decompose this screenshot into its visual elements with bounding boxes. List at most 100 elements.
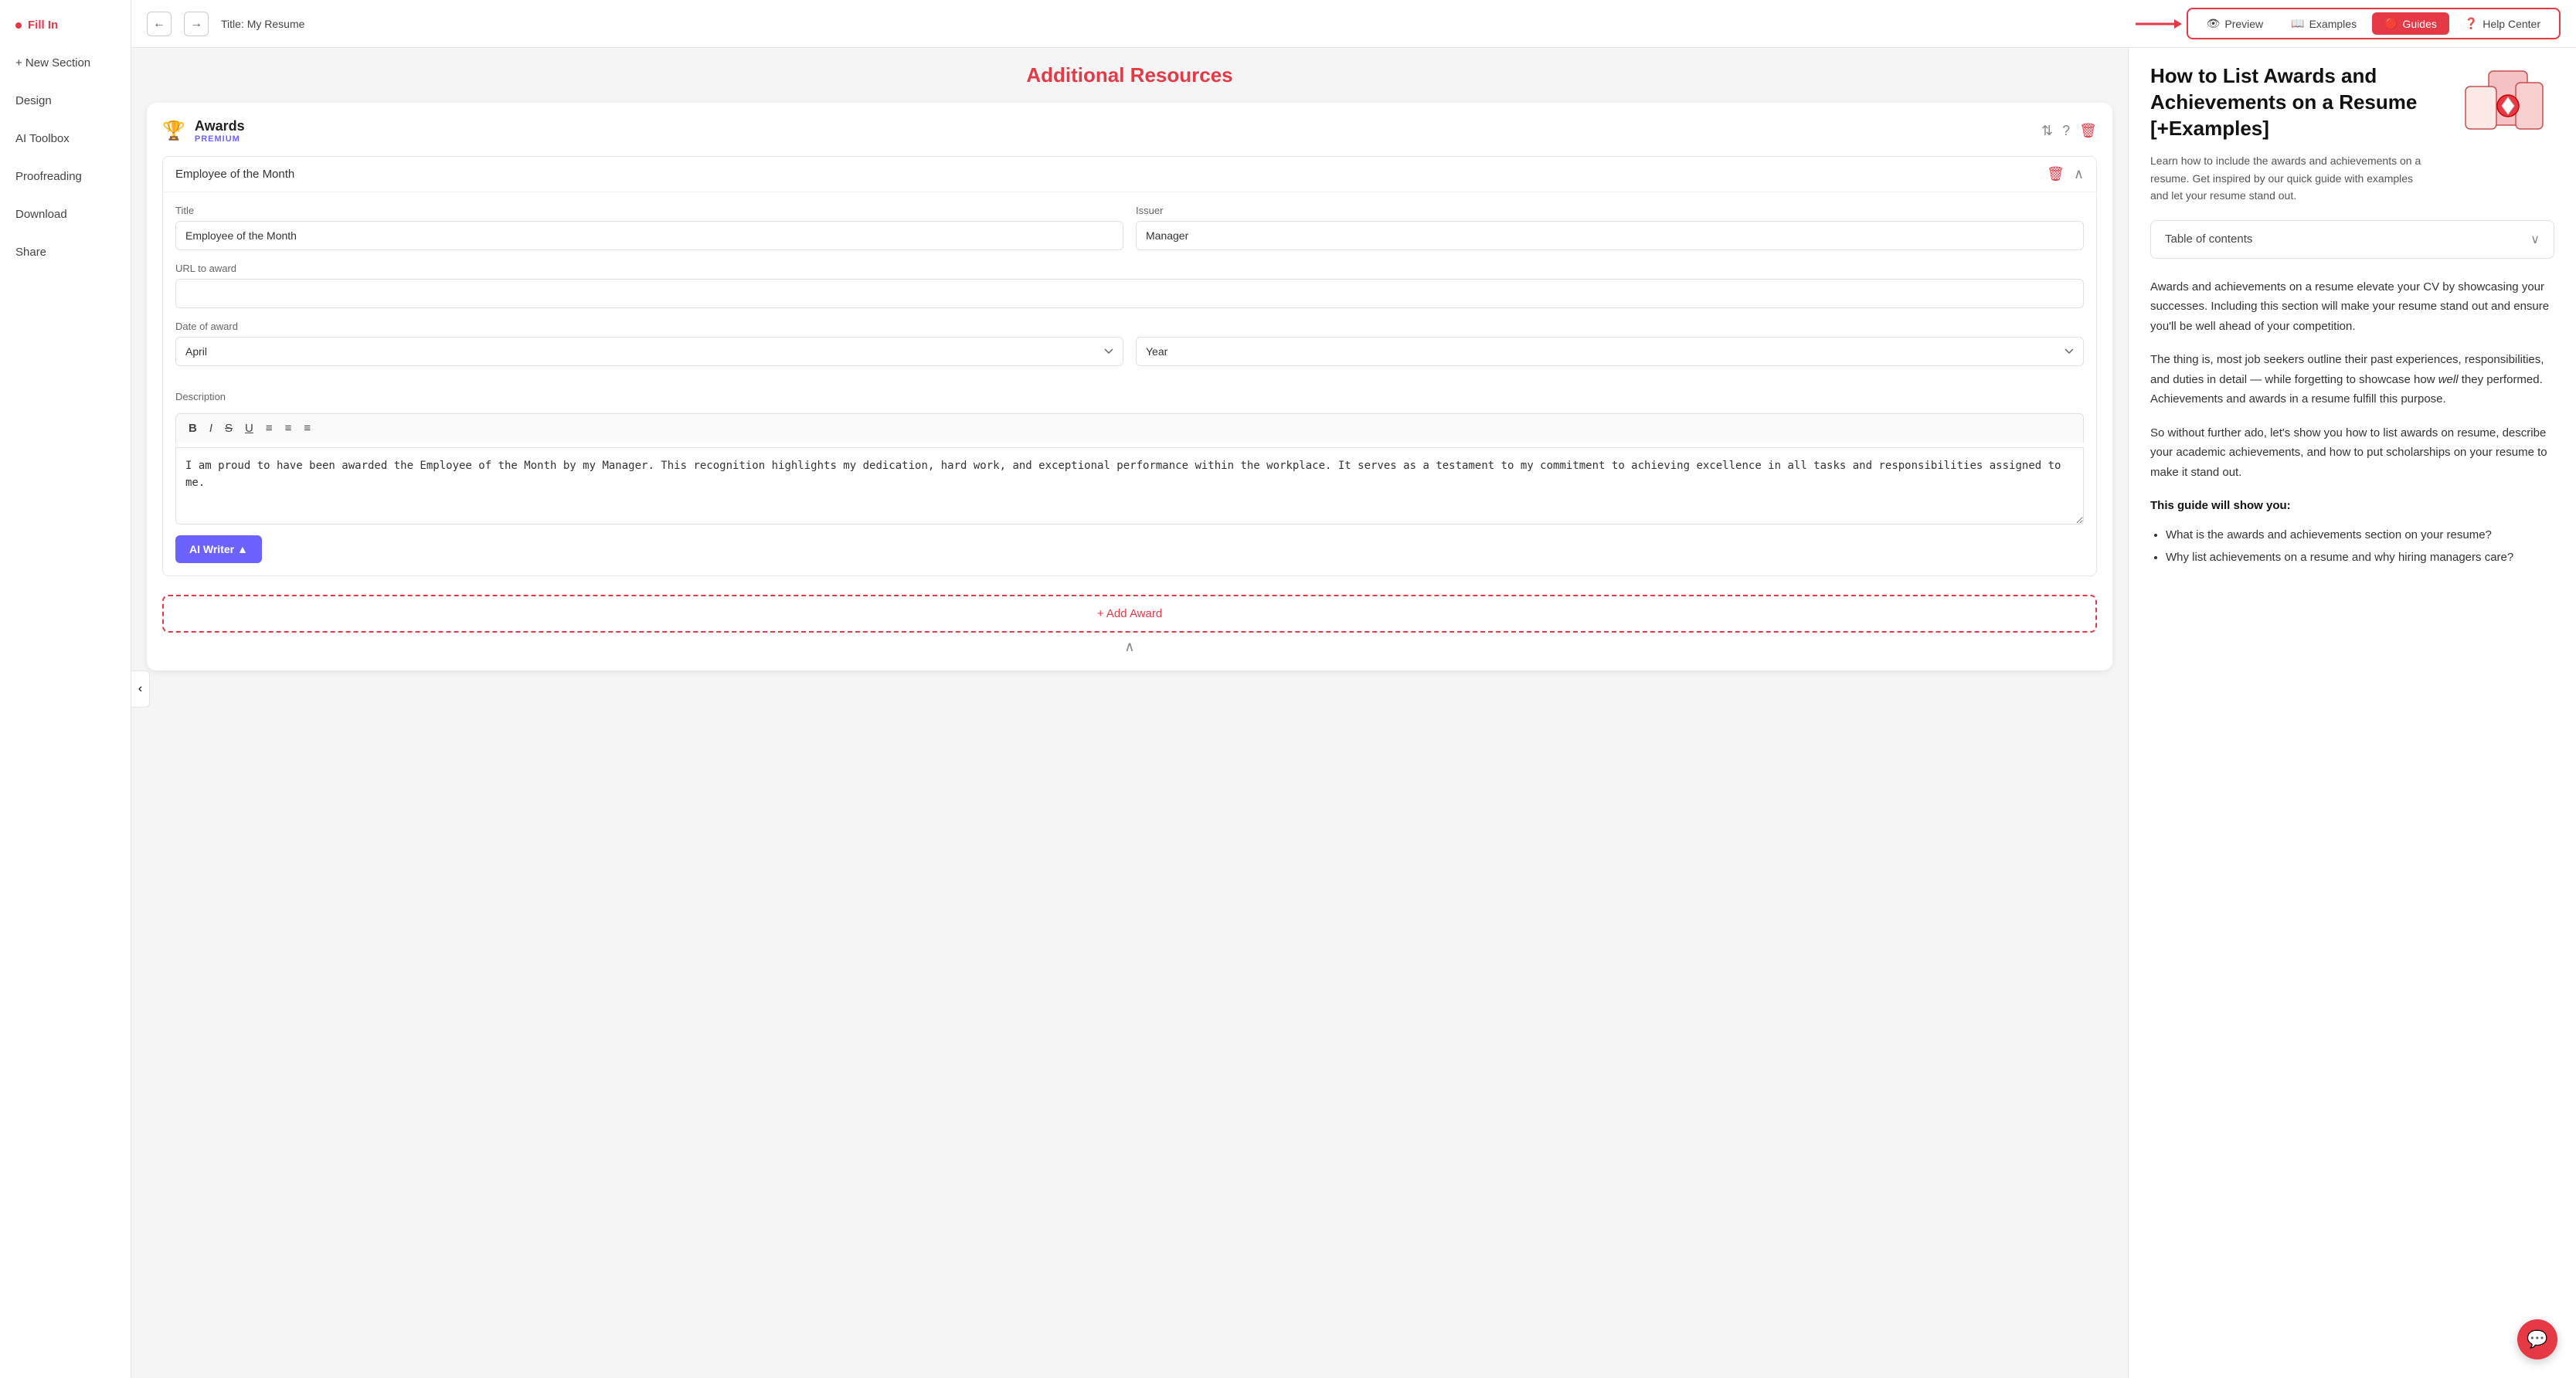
preview-icon: 👁: [2207, 17, 2221, 30]
premium-badge: PREMIUM: [195, 134, 2032, 144]
awards-card: 🏆 Awards PREMIUM ⇅ ? 🗑 Employee of the M…: [147, 103, 2112, 670]
list-item-1: What is the awards and achievements sect…: [2166, 525, 2554, 545]
add-award-button[interactable]: + Add Award: [162, 595, 2097, 633]
text-toolbar: B I S U ≡ ≡ ≡: [175, 413, 2084, 443]
trophy-icon: 🏆: [162, 120, 185, 142]
chevron-left-icon: ‹: [138, 682, 142, 696]
sidebar-item-share[interactable]: Share: [0, 233, 131, 271]
article-top: How to List Awards and Achievements on a…: [2150, 63, 2554, 205]
sidebar-item-download[interactable]: Download: [0, 195, 131, 233]
tab-guides[interactable]: 🔴 Guides: [2372, 12, 2449, 35]
collapse-row: ∧: [162, 633, 2097, 655]
article-panel: How to List Awards and Achievements on a…: [2128, 48, 2576, 1378]
italic-button[interactable]: I: [206, 420, 216, 436]
align-center-button[interactable]: ≡: [282, 420, 295, 436]
bold-button[interactable]: B: [185, 420, 200, 436]
sidebar-toggle-button[interactable]: ‹: [131, 670, 150, 708]
tab-help-center[interactable]: ❓ Help Center: [2452, 12, 2553, 35]
title-group: Title: [175, 205, 1123, 250]
sidebar-item-ai-toolbox[interactable]: AI Toolbox: [0, 120, 131, 158]
align-left-button[interactable]: ≡: [263, 420, 276, 436]
title-input[interactable]: [175, 221, 1123, 250]
card-header: 🏆 Awards PREMIUM ⇅ ? 🗑: [162, 118, 2097, 144]
ai-writer-label: AI Writer ▲: [189, 543, 248, 555]
article-illustration: [2446, 63, 2554, 205]
description-group: Description B I S U ≡ ≡ ≡ I am proud to …: [175, 391, 2084, 524]
delete-award-button[interactable]: 🗑: [2047, 166, 2065, 182]
article-body: Awards and achievements on a resume elev…: [2150, 277, 2554, 568]
sidebar-label-fill-in: Fill In: [28, 19, 58, 32]
sidebar-label-share: Share: [15, 246, 46, 259]
help-card-button[interactable]: ?: [2062, 123, 2070, 139]
sidebar-item-fill-in[interactable]: Fill In: [0, 6, 131, 44]
tab-examples[interactable]: 📖 Examples: [2279, 12, 2369, 35]
preview-label: Preview: [2224, 18, 2263, 30]
toc-chevron-icon: ∨: [2530, 232, 2540, 247]
award-entry-actions: 🗑 ∧: [2047, 166, 2084, 182]
back-button[interactable]: ←: [147, 12, 172, 36]
form-panel: Additional Resources 🏆 Awards PREMIUM ⇅ …: [131, 48, 2128, 1378]
examples-icon: 📖: [2291, 17, 2304, 30]
sidebar-label-download: Download: [15, 208, 67, 221]
guide-list: What is the awards and achievements sect…: [2150, 525, 2554, 568]
card-title-group: Awards PREMIUM: [195, 118, 2032, 144]
help-icon: ❓: [2465, 17, 2478, 30]
examples-label: Examples: [2309, 18, 2357, 30]
url-group: URL to award: [175, 263, 2084, 308]
description-label: Description: [175, 391, 2084, 402]
header: ← → Title: My Resume 👁 Preview 📖 Example…: [131, 0, 2576, 48]
sidebar-label-proofreading: Proofreading: [15, 170, 82, 183]
article-para-3: So without further ado, let's show you h…: [2150, 423, 2554, 483]
strikethrough-button[interactable]: S: [222, 420, 236, 436]
date-label: Date of award: [175, 321, 2084, 332]
toc-label: Table of contents: [2165, 232, 2252, 246]
sidebar-item-new-section[interactable]: + New Section: [0, 44, 131, 82]
date-group: Date of award January February March Apr…: [175, 321, 2084, 378]
sidebar-item-design[interactable]: Design: [0, 82, 131, 120]
chat-button[interactable]: 💬: [2517, 1319, 2557, 1359]
guides-icon: 🔴: [2384, 17, 2398, 30]
list-item-2: Why list achievements on a resume and wh…: [2166, 548, 2554, 568]
article-text-block: How to List Awards and Achievements on a…: [2150, 63, 2428, 205]
forward-button[interactable]: →: [184, 12, 209, 36]
description-textarea[interactable]: I am proud to have been awarded the Empl…: [175, 447, 2084, 524]
article-heading: How to List Awards and Achievements on a…: [2150, 63, 2428, 141]
issuer-input[interactable]: [1136, 221, 2084, 250]
award-entry-body: Title Issuer URL to award: [163, 192, 2096, 575]
delete-card-button[interactable]: 🗑: [2079, 123, 2097, 139]
year-select[interactable]: Year 2024 2023 2022 2021 2020: [1136, 337, 2084, 366]
url-label: URL to award: [175, 263, 2084, 274]
align-right-button[interactable]: ≡: [301, 420, 314, 436]
back-icon: ←: [153, 17, 165, 31]
content-area: Additional Resources 🏆 Awards PREMIUM ⇅ …: [131, 48, 2576, 1378]
underline-button[interactable]: U: [242, 420, 257, 436]
tab-preview[interactable]: 👁 Preview: [2194, 12, 2276, 35]
ai-writer-button[interactable]: AI Writer ▲: [175, 535, 262, 563]
collapse-card-button[interactable]: ∧: [1124, 639, 1134, 655]
issuer-label: Issuer: [1136, 205, 2084, 216]
collapse-award-button[interactable]: ∧: [2074, 166, 2084, 182]
article-para-2: The thing is, most job seekers outline t…: [2150, 350, 2554, 409]
additional-resources-title: Additional Resources: [147, 63, 2112, 87]
sidebar: Fill In + New Section Design AI Toolbox …: [0, 0, 131, 1378]
main-area: ← → Title: My Resume 👁 Preview 📖 Example…: [131, 0, 2576, 1378]
sidebar-label-design: Design: [15, 94, 52, 107]
toc-box[interactable]: Table of contents ∨: [2150, 220, 2554, 259]
month-select[interactable]: January February March April May June Ju…: [175, 337, 1123, 366]
award-entry-title: Employee of the Month: [175, 168, 294, 181]
active-dot: [15, 22, 22, 29]
sidebar-item-proofreading[interactable]: Proofreading: [0, 158, 131, 195]
award-entry: Employee of the Month 🗑 ∧ Title: [162, 156, 2097, 576]
date-selects: January February March April May June Ju…: [175, 337, 2084, 366]
sort-button[interactable]: ⇅: [2041, 123, 2053, 139]
top-nav: 👁 Preview 📖 Examples 🔴 Guides ❓ Help Cen…: [2187, 8, 2561, 39]
forward-icon: →: [190, 17, 202, 31]
sidebar-label-new-section: + New Section: [15, 56, 90, 70]
guide-label: This guide will show you:: [2150, 496, 2554, 516]
arrow-indicator: [2136, 16, 2182, 32]
guides-label: Guides: [2403, 18, 2437, 30]
card-title: Awards: [195, 118, 2032, 134]
url-input[interactable]: [175, 279, 2084, 308]
awards-illustration: [2450, 63, 2551, 171]
title-issuer-row: Title Issuer: [175, 205, 2084, 250]
